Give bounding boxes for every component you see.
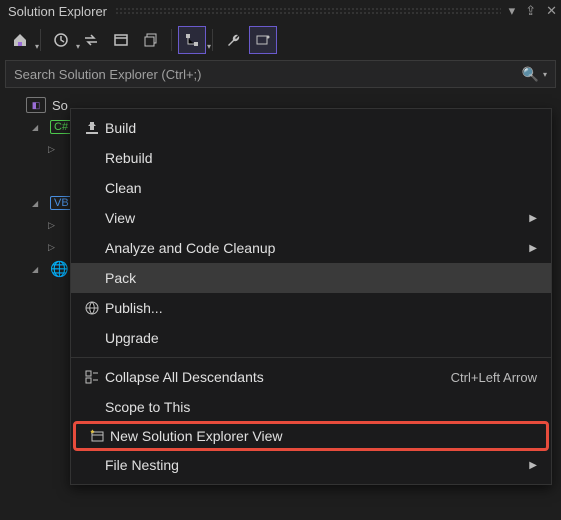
submenu-arrow-icon: ▶ — [529, 460, 537, 471]
menu-item-label: Rebuild — [105, 150, 537, 166]
publish-icon — [79, 300, 105, 316]
menu-item-scope[interactable]: Scope to This — [71, 392, 551, 422]
toolbar-separator — [212, 29, 213, 51]
menu-item-build[interactable]: Build — [71, 113, 551, 143]
expand-icon[interactable] — [32, 198, 44, 209]
build-icon — [79, 120, 105, 136]
preview-button[interactable] — [249, 26, 277, 54]
close-icon[interactable]: ✕ — [546, 3, 557, 19]
menu-item-label: Upgrade — [105, 330, 537, 346]
menu-item-label: Analyze and Code Cleanup — [105, 240, 521, 256]
sync-button[interactable] — [77, 26, 105, 54]
globe-icon: 🌐 — [50, 260, 69, 278]
panel-header: Solution Explorer ▾ ⇪ ✕ — [0, 0, 561, 22]
solution-label: So — [52, 98, 68, 113]
dropdown-icon[interactable]: ▾ — [509, 3, 516, 19]
menu-item-collapse[interactable]: Collapse All DescendantsCtrl+Left Arrow — [71, 362, 551, 392]
menu-item-publish[interactable]: Publish... — [71, 293, 551, 323]
menu-item-label: Collapse All Descendants — [105, 369, 451, 385]
search-dropdown-icon[interactable]: ▾ — [543, 70, 547, 79]
windows-icon — [143, 32, 159, 48]
submenu-arrow-icon: ▶ — [529, 213, 537, 224]
menu-item-analyze[interactable]: Analyze and Code Cleanup ▶ — [71, 233, 551, 263]
sync-icon — [83, 32, 99, 48]
search-bar[interactable]: 🔍 ▾ — [5, 60, 556, 88]
panel-title: Solution Explorer — [8, 4, 107, 19]
clock-icon — [53, 32, 69, 48]
menu-item-pack[interactable]: Pack — [71, 263, 551, 293]
expand-icon[interactable] — [32, 264, 44, 275]
menu-item-label: Scope to This — [105, 399, 537, 415]
menu-item-label: Publish... — [105, 300, 537, 316]
window-icon — [113, 32, 129, 48]
csharp-badge-icon: C# — [50, 120, 72, 134]
wrench-button[interactable] — [219, 26, 247, 54]
menu-item-newview[interactable]: New Solution Explorer View — [73, 421, 549, 451]
menu-item-filenesting[interactable]: File Nesting ▶ — [71, 450, 551, 480]
menu-item-label: New Solution Explorer View — [110, 428, 532, 444]
toolbar-separator — [171, 29, 172, 51]
menu-item-label: Build — [105, 120, 537, 136]
expand-icon[interactable] — [48, 144, 60, 155]
preview-icon — [255, 32, 271, 48]
menu-item-label: Clean — [105, 180, 537, 196]
search-input[interactable] — [14, 67, 522, 82]
solution-icon: ◧ — [26, 97, 46, 113]
submenu-arrow-icon: ▶ — [529, 243, 537, 254]
panel-grip[interactable] — [115, 7, 501, 15]
search-icon[interactable]: 🔍 — [522, 66, 539, 83]
toolbar-separator — [40, 29, 41, 51]
expand-icon[interactable] — [32, 122, 44, 133]
context-menu: BuildRebuildCleanView▶Analyze and Code C… — [70, 108, 552, 485]
menu-item-view[interactable]: View ▶ — [71, 203, 551, 233]
collapse-icon — [79, 369, 105, 385]
menu-item-label: Pack — [105, 270, 537, 286]
newview-icon — [84, 428, 110, 444]
menu-item-upgrade[interactable]: Upgrade — [71, 323, 551, 353]
expand-icon[interactable] — [48, 220, 60, 231]
expand-icon[interactable] — [48, 242, 60, 253]
menu-shortcut: Ctrl+Left Arrow — [451, 370, 537, 385]
menu-item-clean[interactable]: Clean — [71, 173, 551, 203]
menu-item-rebuild[interactable]: Rebuild — [71, 143, 551, 173]
home-button[interactable] — [6, 26, 34, 54]
window-button[interactable] — [107, 26, 135, 54]
pin-icon[interactable]: ⇪ — [525, 3, 536, 19]
windows-button[interactable] — [137, 26, 165, 54]
hierarchy-button[interactable] — [178, 26, 206, 54]
hierarchy-icon — [184, 32, 200, 48]
home-icon — [12, 32, 28, 48]
menu-item-label: File Nesting — [105, 457, 521, 473]
toolbar — [0, 22, 561, 58]
wrench-icon — [225, 32, 241, 48]
menu-item-label: View — [105, 210, 521, 226]
menu-separator — [71, 357, 551, 358]
history-button[interactable] — [47, 26, 75, 54]
